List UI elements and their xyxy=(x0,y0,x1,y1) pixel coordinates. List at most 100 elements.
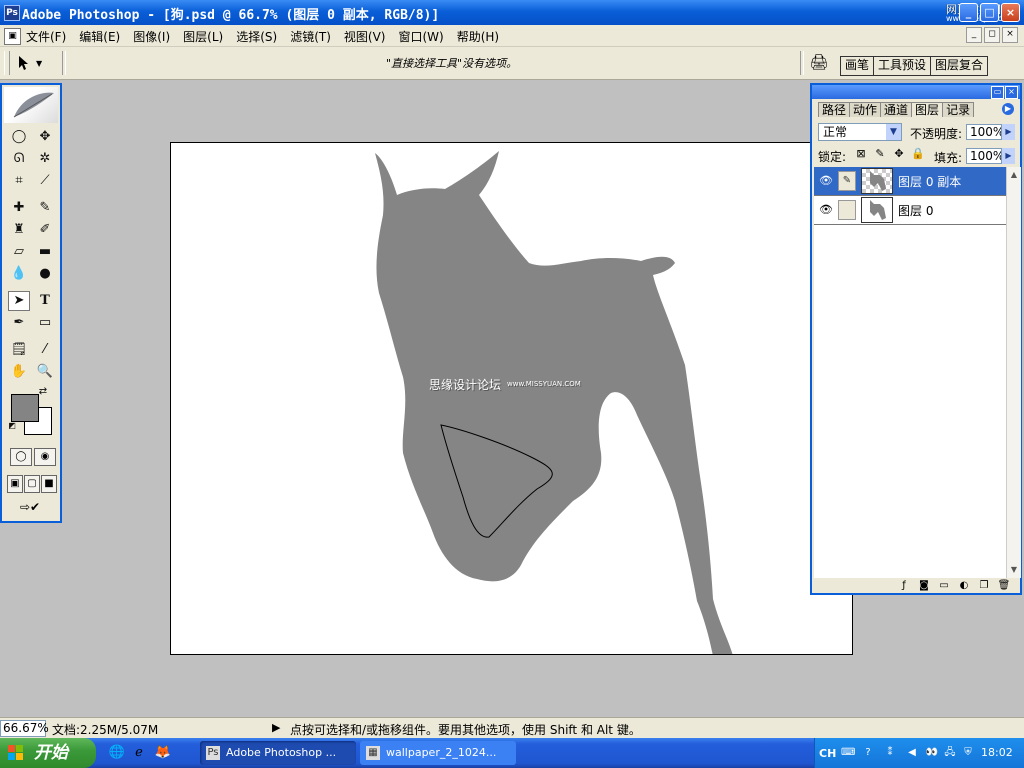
close-button[interactable]: × xyxy=(1001,3,1020,22)
palette-title-bar[interactable]: ▭ × xyxy=(812,85,1020,99)
gradient-tool-icon[interactable]: ▬ xyxy=(34,242,56,262)
notes-tool-icon[interactable]: 🗒 xyxy=(8,340,30,360)
doc-minimize-button[interactable]: _ xyxy=(966,27,982,43)
lasso-tool-icon[interactable]: ᘏ xyxy=(8,149,30,169)
new-group-icon[interactable]: ▭ xyxy=(936,579,952,592)
tab-paths[interactable]: 路径 xyxy=(818,102,851,117)
full-screen-mode-button[interactable]: ■ xyxy=(41,475,57,493)
menu-window[interactable]: 窗口(W) xyxy=(398,28,443,45)
fill-slider-arrow-icon[interactable]: ▶ xyxy=(1002,148,1015,164)
ime-options-icon[interactable]: ⁑ xyxy=(883,746,897,760)
tab-channels[interactable]: 通道 xyxy=(880,102,913,117)
title-bar[interactable]: Ps Adobe Photoshop - [狗.psd @ 66.7% (图层 … xyxy=(0,0,1024,25)
layer-row[interactable]: 👁 图层 0 xyxy=(814,196,1006,225)
menu-file[interactable]: 文件(F) xyxy=(26,28,66,45)
well-tab-brushes[interactable]: 画笔 xyxy=(841,57,875,75)
jump-to-imageready-icon[interactable]: ⇨✔ xyxy=(10,500,50,518)
blur-tool-icon[interactable]: 💧 xyxy=(8,264,30,284)
default-colors-icon[interactable]: ◩ xyxy=(7,421,17,431)
language-indicator[interactable]: CH xyxy=(819,747,836,760)
clock[interactable]: 18:02 xyxy=(981,746,1013,759)
menu-filter[interactable]: 滤镜(T) xyxy=(290,28,331,45)
document-icon[interactable]: ▣ xyxy=(4,28,21,45)
task-photoshop[interactable]: Ps Adobe Photoshop ... xyxy=(200,741,356,765)
adobe-feather-logo[interactable] xyxy=(4,87,58,123)
palette-menu-icon[interactable]: ▶ xyxy=(1002,103,1014,115)
quicklaunch-ie-icon[interactable]: ℯ xyxy=(130,744,148,762)
options-bar-grip[interactable] xyxy=(4,51,10,75)
brush-tool-icon[interactable]: ✎ xyxy=(34,198,56,218)
layer-style-icon[interactable]: ƒ xyxy=(896,579,912,592)
swap-colors-icon[interactable]: ⇄ xyxy=(36,385,50,399)
brush-icon[interactable]: ✎ xyxy=(838,171,856,191)
zoom-tool-icon[interactable]: 🔍 xyxy=(34,362,56,382)
quick-mask-mode-button[interactable]: ◉ xyxy=(34,448,56,466)
lock-transparency-icon[interactable]: ⊠ xyxy=(854,147,868,161)
adjustment-layer-icon[interactable]: ◐ xyxy=(956,579,972,592)
full-screen-menu-mode-button[interactable]: ▢ xyxy=(24,475,40,493)
file-browser-icon[interactable]: 🖨 xyxy=(808,53,830,73)
doc-close-button[interactable]: × xyxy=(1002,27,1018,43)
eyedropper-tool-icon[interactable]: ⁄ xyxy=(34,340,56,360)
security-shield-icon[interactable]: ⛨ xyxy=(961,746,975,760)
eye-icon[interactable]: 👁 xyxy=(819,203,833,217)
quicklaunch-app-icon[interactable]: 🌐 xyxy=(108,744,126,762)
history-brush-tool-icon[interactable]: ✐ xyxy=(34,220,56,240)
menu-layer[interactable]: 图层(L) xyxy=(183,28,223,45)
trash-icon[interactable]: 🗑 xyxy=(996,579,1012,592)
hand-tool-icon[interactable]: ✋ xyxy=(8,362,30,382)
type-tool-icon[interactable]: T xyxy=(34,291,56,311)
well-tab-tool-presets[interactable]: 工具预设 xyxy=(874,57,932,75)
eye-icon[interactable]: 👁 xyxy=(819,174,833,188)
dodge-tool-icon[interactable]: ● xyxy=(34,264,56,284)
doc-restore-button[interactable]: ◻ xyxy=(984,27,1000,43)
standard-screen-mode-button[interactable]: ▣ xyxy=(7,475,23,493)
tab-history[interactable]: 记录 xyxy=(942,102,975,117)
healing-brush-tool-icon[interactable]: ✚ xyxy=(8,198,30,218)
opacity-field[interactable]: 100% xyxy=(966,124,1002,140)
messenger-icon[interactable]: 👀 xyxy=(925,746,939,760)
layer-mask-icon[interactable]: ◙ xyxy=(916,579,932,592)
menu-help[interactable]: 帮助(H) xyxy=(457,28,499,45)
new-layer-icon[interactable]: ❐ xyxy=(976,579,992,592)
status-menu-icon[interactable]: ▶ xyxy=(272,721,280,734)
layer-list-scrollbar[interactable]: ▲ ▼ xyxy=(1006,167,1021,578)
foreground-color-swatch[interactable] xyxy=(11,394,39,422)
opacity-slider-arrow-icon[interactable]: ▶ xyxy=(1002,124,1015,140)
tab-actions[interactable]: 动作 xyxy=(849,102,882,117)
zoom-field[interactable]: 66.67% xyxy=(0,720,49,737)
link-slot[interactable] xyxy=(838,200,856,220)
fill-field[interactable]: 100% xyxy=(966,148,1002,164)
lock-all-icon[interactable]: 🔒 xyxy=(911,147,925,161)
photoshop-app-icon[interactable]: Ps xyxy=(4,5,20,21)
eraser-tool-icon[interactable]: ▱ xyxy=(8,242,30,262)
blend-mode-select[interactable]: 正常 ▼ xyxy=(818,123,902,141)
shape-tool-icon[interactable]: ▭ xyxy=(34,313,56,333)
slice-tool-icon[interactable]: ⟋ xyxy=(34,171,56,191)
move-tool-icon[interactable]: ✥ xyxy=(34,127,56,147)
tray-expand-icon[interactable]: ◀ xyxy=(905,746,919,760)
document-size-info[interactable]: 文档:2.25M/5.07M xyxy=(52,721,158,738)
maximize-button[interactable]: □ xyxy=(980,3,999,22)
menu-image[interactable]: 图像(I) xyxy=(133,28,170,45)
lock-image-icon[interactable]: ✎ xyxy=(873,147,887,161)
minimize-button[interactable]: _ xyxy=(959,3,978,22)
well-tab-layer-comps[interactable]: 图层复合 xyxy=(931,57,987,75)
network-icon[interactable]: 🖧 xyxy=(943,746,957,760)
pen-tool-icon[interactable]: ✒ xyxy=(8,313,30,333)
menu-view[interactable]: 视图(V) xyxy=(344,28,386,45)
keyboard-icon[interactable]: ⌨ xyxy=(841,746,855,760)
task-wallpaper[interactable]: ▦ wallpaper_2_1024... xyxy=(360,741,516,765)
scroll-up-icon[interactable]: ▲ xyxy=(1008,169,1020,181)
palette-close-button[interactable]: × xyxy=(1005,86,1018,99)
clone-stamp-tool-icon[interactable]: ♜ xyxy=(8,220,30,240)
palette-minimize-button[interactable]: ▭ xyxy=(991,86,1004,99)
menu-select[interactable]: 选择(S) xyxy=(236,28,277,45)
document-canvas[interactable] xyxy=(170,142,853,655)
layer-row[interactable]: 👁 ✎ 图层 0 副本 xyxy=(814,167,1006,196)
help-icon[interactable]: ? xyxy=(861,746,875,760)
direct-selection-tool-icon[interactable]: ➤ xyxy=(8,291,30,311)
scroll-down-icon[interactable]: ▼ xyxy=(1008,564,1020,576)
marquee-tool-icon[interactable]: ◯ xyxy=(8,127,30,147)
tab-layers[interactable]: 图层 xyxy=(911,102,944,117)
